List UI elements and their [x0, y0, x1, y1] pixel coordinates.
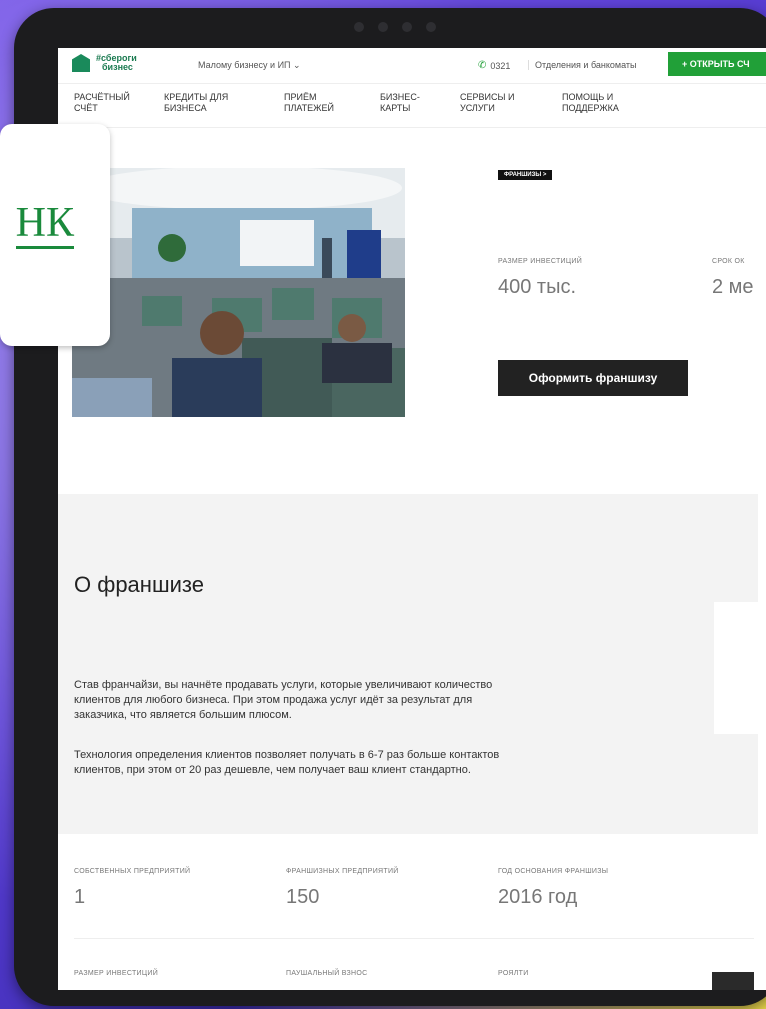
investment-value: 400 тыс.: [498, 276, 577, 298]
browser-screen: #сбероги бизнес Малому бизнесу и ИП ⌄ ✆ …: [58, 48, 766, 990]
term-value: 2 ме: [712, 276, 754, 298]
nav-item-credits[interactable]: КРЕДИТЫ ДЛЯ БИЗНЕСА: [164, 92, 254, 114]
side-card: [714, 602, 766, 734]
main-nav: РАСЧЁТНЫЙ СЧЁТ КРЕДИТЫ ДЛЯ БИЗНЕСА ПРИЁМ ПЛ…: [58, 84, 766, 128]
stats-divider: [74, 938, 754, 939]
segment-dropdown[interactable]: Малому бизнесу и ИП ⌄: [198, 60, 301, 71]
about-title: О франшизе: [74, 572, 204, 597]
site-header: #сбероги бизнес Малому бизнесу и ИП ⌄ ✆ …: [58, 48, 766, 84]
about-paragraph-2: Технология определения клиентов позволяе…: [74, 749, 500, 776]
stat-label-founded: ГОД ОСНОВАНИЯ ФРАНШИЗЫ: [498, 868, 609, 875]
stat-value-own: 1: [74, 886, 86, 908]
apply-franchise-button[interactable]: Оформить франшизу: [498, 360, 688, 396]
investment-label: РАЗМЕР ИНВЕСТИЦИЙ: [498, 258, 583, 265]
nav-item-support[interactable]: ПОМОЩЬ И ПОДДЕРЖКА: [562, 92, 652, 114]
overlay-card-text: НК: [15, 200, 74, 249]
term-label: СРОК ОК: [712, 258, 745, 265]
logo-mark-icon: [72, 54, 90, 72]
franchise-tag[interactable]: ФРАНШИЗЫ >: [498, 170, 553, 180]
dark-block: [712, 972, 754, 990]
stat-label-franchise: ФРАНШИЗНЫХ ПРЕДПРИЯТИЙ: [286, 868, 399, 875]
overlay-card: НК: [0, 124, 110, 346]
camera-bar: [354, 22, 436, 32]
nav-item-services[interactable]: СЕРВИСЫ И УСЛУГИ: [460, 92, 550, 114]
phone-number: 0321: [490, 60, 511, 71]
nav-item-account[interactable]: РАСЧЁТНЫЙ СЧЁТ: [74, 92, 164, 114]
phone-link[interactable]: ✆ 0321: [478, 60, 510, 71]
stat-label-own: СОБСТВЕННЫХ ПРЕДПРИЯТИЙ: [74, 868, 191, 875]
about-paragraph-1: Став франчайзи, вы начнёте продавать усл…: [74, 679, 493, 721]
stat-value-founded: 2016 год: [498, 886, 578, 908]
branches-link[interactable]: Отделения и банкоматы: [528, 60, 637, 70]
logo[interactable]: #сбероги бизнес: [72, 54, 146, 72]
nav-item-payments[interactable]: ПРИЁМ ПЛАТЕЖЕЙ: [284, 92, 374, 114]
stat2-label-fee: ПАУШАЛЬНЫЙ ВЗНОС: [286, 970, 368, 977]
hero-photo: [72, 168, 405, 417]
stat2-label-investment: РАЗМЕР ИНВЕСТИЦИЙ: [74, 970, 159, 977]
tablet-frame: #сбероги бизнес Малому бизнесу и ИП ⌄ ✆ …: [14, 8, 766, 1006]
stat-value-franchise: 150: [286, 886, 320, 908]
about-section: О франшизе Став франчайзи, вы начнёте пр…: [58, 494, 758, 834]
phone-icon: ✆: [478, 60, 487, 71]
logo-line2: бизнес: [102, 62, 133, 72]
stat2-label-royalty: РОЯЛТИ: [498, 970, 529, 977]
nav-item-cards[interactable]: БИЗНЕС- КАРТЫ: [380, 92, 470, 114]
open-account-button[interactable]: + ОТКРЫТЬ СЧ: [668, 52, 766, 76]
stats-section: СОБСТВЕННЫХ ПРЕДПРИЯТИЙ 1 ФРАНШИЗНЫХ ПРЕ…: [58, 834, 766, 990]
